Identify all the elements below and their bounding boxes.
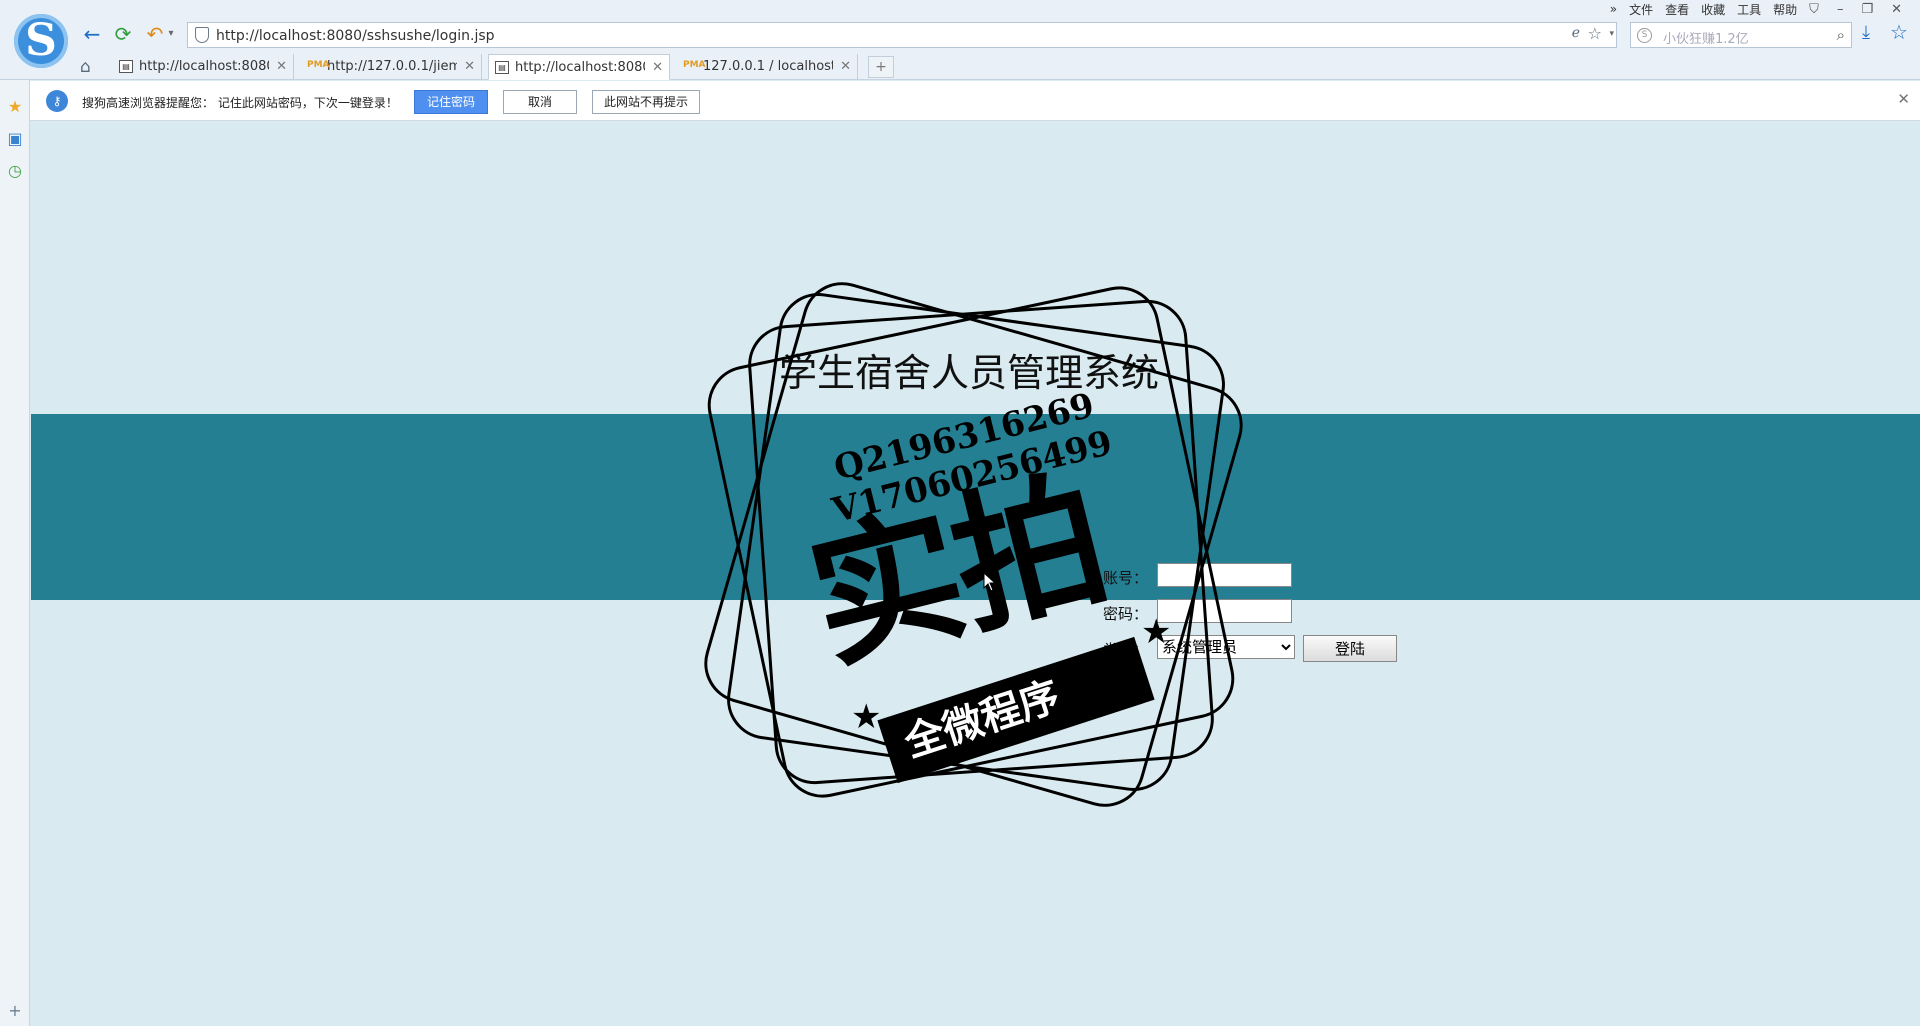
type-label: 类型： (1103, 641, 1149, 659)
menu-tools[interactable]: 工具 (1737, 1, 1761, 18)
pma-favicon-icon: PMA (307, 60, 330, 70)
search-icon[interactable]: ⌕ (1837, 26, 1845, 44)
tab-close-icon[interactable]: ✕ (464, 54, 475, 80)
tab-close-icon[interactable]: ✕ (652, 55, 663, 79)
key-icon: ⚷ (46, 90, 68, 112)
ie-compat-icon[interactable]: ℯ (1572, 25, 1580, 41)
home-icon[interactable]: ⌂ (80, 57, 91, 77)
tab-label: http://localhost:8080/s (515, 60, 645, 75)
watermark-ribbon-text: 全微程序 (899, 673, 1066, 767)
cancel-button[interactable]: 取消 (503, 90, 577, 114)
account-label: 账号： (1103, 569, 1149, 587)
shield-icon (195, 27, 209, 43)
download-icon[interactable]: ⤓ (1862, 22, 1870, 43)
page-content: 学生宿舍人员管理系统 账号： 密码： 类型： 系统管理员 登陆 Q2196316… (31, 122, 1920, 1026)
undo-dropdown-icon[interactable]: ▾ (165, 22, 177, 46)
tab-4[interactable]: PMA 127.0.0.1 / localhost / ✕ (676, 54, 858, 80)
top-menu: » 文件 查看 收藏 工具 帮助 ⛉ – ❐ ✕ (1610, 0, 1920, 18)
menu-favorites[interactable]: 收藏 (1701, 1, 1725, 18)
search-input[interactable]: 小伙狂赚1.2亿 (1663, 28, 1749, 47)
address-bar[interactable]: http://localhost:8080/sshsushe/login.jsp… (187, 22, 1617, 48)
notification-text: 搜狗高速浏览器提醒您： 记住此网站密码，下次一键登录！ (82, 96, 398, 110)
back-arrow-icon[interactable]: ← (80, 22, 104, 46)
browser-toolbar: S ← ⟳ ↶ ▾ http://localhost:8080/sshsushe… (0, 0, 1920, 80)
url-text[interactable]: http://localhost:8080/sshsushe/login.jsp (216, 28, 495, 44)
close-window-icon[interactable]: ✕ (1891, 2, 1902, 17)
tab-close-icon[interactable]: ✕ (276, 54, 287, 80)
reader-book-icon[interactable]: ▣ (6, 130, 24, 148)
search-box[interactable]: S 小伙狂赚1.2亿 ⌕ (1630, 22, 1852, 48)
history-clock-icon[interactable]: ◷ (6, 162, 24, 180)
mouse-cursor-icon (983, 572, 997, 592)
password-save-bar: ⚷ 搜狗高速浏览器提醒您： 记住此网站密码，下次一键登录！ 记住密码 取消 此网… (30, 81, 1920, 121)
user-type-select[interactable]: 系统管理员 (1157, 635, 1295, 659)
close-icon[interactable]: ✕ (1897, 90, 1910, 108)
never-for-site-button[interactable]: 此网站不再提示 (592, 90, 700, 114)
undo-icon[interactable]: ↶ (143, 22, 167, 46)
search-engine-icon[interactable]: S (1637, 28, 1652, 43)
tab-label: 127.0.0.1 / localhost / (703, 59, 833, 74)
menu-file[interactable]: 文件 (1629, 1, 1653, 18)
bookmark-star-icon[interactable]: ☆ (1588, 24, 1602, 43)
restore-icon[interactable]: ❐ (1861, 2, 1873, 17)
address-dropdown-icon[interactable]: ▾ (1609, 29, 1614, 39)
pma-favicon-icon: PMA (683, 60, 706, 70)
skin-shirt-icon[interactable]: ⛉ (1809, 2, 1819, 17)
tab-bar: ⌂ ▤ http://localhost:8080/h ✕ PMA http:/… (0, 54, 1920, 80)
tab-label: http://127.0.0.1/jiemian (327, 59, 457, 74)
password-label: 密码： (1103, 605, 1149, 623)
menu-help[interactable]: 帮助 (1773, 1, 1797, 18)
menu-view[interactable]: 查看 (1665, 1, 1689, 18)
login-button[interactable]: 登陆 (1303, 635, 1397, 662)
page-title: 学生宿舍人员管理系统 (779, 351, 1160, 395)
page-favicon-icon: ▤ (495, 61, 509, 74)
account-input[interactable] (1157, 563, 1292, 587)
favorites-star-icon[interactable]: ★ (6, 98, 24, 116)
new-tab-button[interactable]: + (868, 56, 894, 78)
remember-password-button[interactable]: 记住密码 (414, 90, 488, 114)
page-favicon-icon: ▤ (119, 60, 133, 73)
minimize-icon[interactable]: – (1837, 2, 1844, 17)
tab-3-active[interactable]: ▤ http://localhost:8080/s ✕ (488, 54, 670, 80)
refresh-icon[interactable]: ⟳ (111, 22, 135, 46)
tab-2[interactable]: PMA http://127.0.0.1/jiemian ✕ (300, 54, 482, 80)
tab-label: http://localhost:8080/h (139, 59, 269, 74)
login-band (31, 414, 1920, 600)
star-icon: ★ (851, 697, 882, 737)
favorites-star-icon[interactable]: ☆ (1890, 20, 1908, 44)
add-plus-icon[interactable]: + (6, 1002, 24, 1020)
tab-1[interactable]: ▤ http://localhost:8080/h ✕ (112, 54, 294, 80)
password-input[interactable] (1157, 599, 1292, 623)
tab-close-icon[interactable]: ✕ (840, 54, 851, 80)
left-sidebar: ★ ▣ ◷ + (0, 80, 30, 1026)
more-chevron-icon[interactable]: » (1610, 2, 1617, 16)
